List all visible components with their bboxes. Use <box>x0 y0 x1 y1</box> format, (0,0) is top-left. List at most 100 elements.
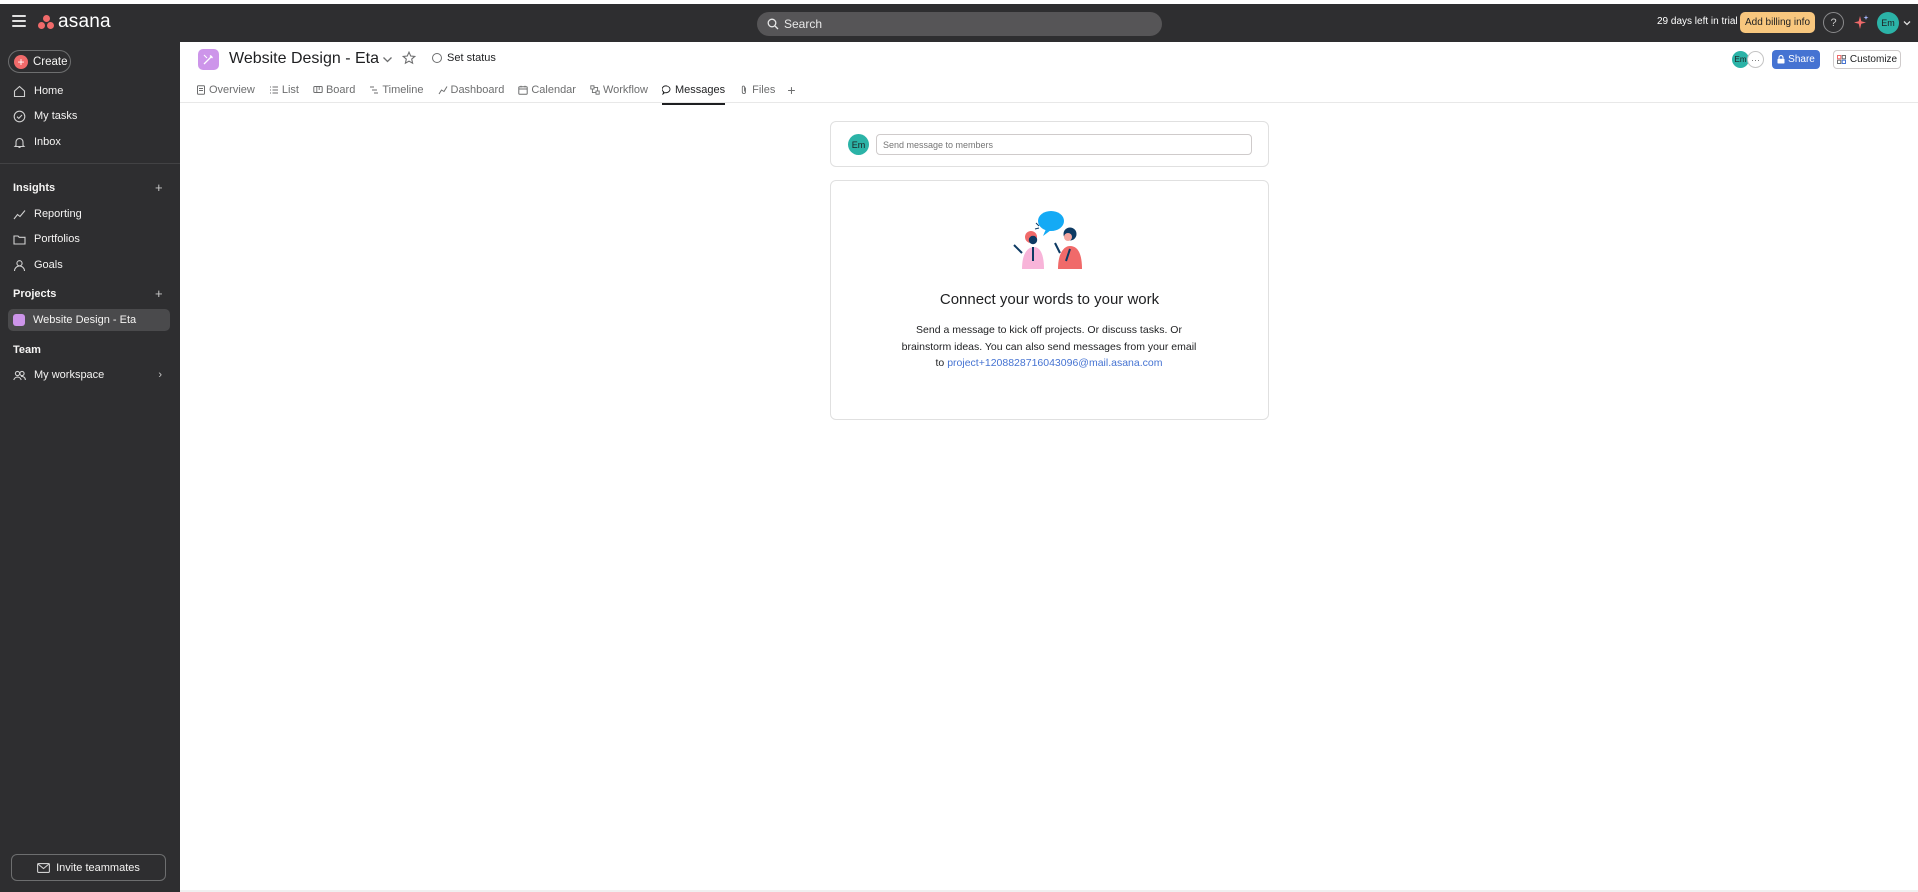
person-icon <box>13 259 26 271</box>
conversation-illustration <box>1013 211 1082 269</box>
project-icon[interactable] <box>198 49 219 70</box>
envelope-icon <box>37 862 51 873</box>
tab-label: List <box>281 84 299 96</box>
logo-text: asana <box>58 11 111 32</box>
pencil-ruler-icon <box>203 54 213 65</box>
tab-label: Overview <box>209 84 255 96</box>
add-tab-icon[interactable]: + <box>787 82 795 98</box>
sidebar-item-home[interactable]: Home <box>8 80 170 102</box>
tab-overview[interactable]: Overview <box>196 78 255 102</box>
project-tabs: Overview List Board Timeline Dashboard C… <box>196 78 796 105</box>
sidebar-item-label: My tasks <box>34 110 78 122</box>
insights-heading[interactable]: Insights <box>13 182 55 194</box>
document-icon <box>197 85 205 95</box>
sidebar-item-label: Home <box>34 85 64 97</box>
invite-teammates-button[interactable]: Invite teammates <box>11 854 166 881</box>
sidebar-item-my-workspace[interactable]: My workspace › <box>8 364 170 386</box>
search-placeholder: Search <box>784 17 823 31</box>
messages-empty-state: Connect your words to your work Send a m… <box>830 180 1269 420</box>
customize-label: Customize <box>1849 54 1898 65</box>
header-divider <box>180 102 1918 103</box>
list-icon <box>269 86 278 94</box>
share-label: Share <box>1788 54 1815 65</box>
sidebar-item-label: Portfolios <box>34 233 80 245</box>
calendar-icon <box>518 85 529 95</box>
plus-icon: + <box>14 54 28 69</box>
tab-board[interactable]: Board <box>313 78 355 102</box>
sidebar-item-label: Goals <box>34 259 63 271</box>
tab-list[interactable]: List <box>269 78 299 102</box>
bell-icon <box>13 137 26 148</box>
chat-bubble-icon <box>662 85 671 95</box>
chevron-down-icon[interactable] <box>382 55 393 64</box>
set-status-button[interactable]: Set status <box>432 52 496 64</box>
user-avatar[interactable]: Em <box>1877 12 1899 34</box>
chevron-down-icon[interactable] <box>1902 18 1912 28</box>
sidebar-item-label: My workspace <box>34 369 105 381</box>
hamburger-menu-icon[interactable] <box>12 15 26 27</box>
tab-calendar[interactable]: Calendar <box>518 78 576 102</box>
members-more-button[interactable]: ··· <box>1747 51 1764 68</box>
sidebar-item-inbox[interactable]: Inbox <box>8 131 170 153</box>
folder-icon <box>13 234 26 245</box>
customize-button[interactable]: Customize <box>1833 50 1901 69</box>
timeline-icon <box>370 86 379 94</box>
sidebar-item-label: Reporting <box>34 208 82 220</box>
project-title[interactable]: Website Design - Eta <box>229 50 379 68</box>
tab-label: Board <box>325 84 356 96</box>
projects-heading[interactable]: Projects <box>13 288 56 300</box>
share-button[interactable]: Share <box>1772 50 1820 69</box>
sidebar-item-reporting[interactable]: Reporting <box>8 203 170 225</box>
check-circle-icon <box>13 110 26 122</box>
tab-timeline[interactable]: Timeline <box>369 78 424 102</box>
status-circle-icon <box>432 53 442 63</box>
create-button[interactable]: + Create <box>8 50 71 73</box>
star-icon[interactable] <box>402 51 416 65</box>
tab-files[interactable]: Files <box>739 78 775 102</box>
ai-sparkle-icon[interactable] <box>1851 13 1871 33</box>
sidebar-item-label: Inbox <box>34 136 61 148</box>
project-color-swatch <box>13 314 25 326</box>
sidebar-item-website-design-eta[interactable]: Website Design - Eta <box>8 309 170 331</box>
sidebar: + Create Home My tasks Inbox Insights + … <box>0 42 180 892</box>
tab-label: Workflow <box>602 84 648 96</box>
tab-label: Dashboard <box>450 84 505 96</box>
home-icon <box>13 85 26 97</box>
dashboard-icon <box>438 86 447 95</box>
tab-messages[interactable]: Messages <box>662 78 726 105</box>
set-status-label: Set status <box>447 52 496 64</box>
sidebar-divider <box>0 163 180 164</box>
add-billing-info-button[interactable]: Add billing info <box>1740 12 1815 33</box>
asana-logo[interactable]: asana <box>38 11 111 33</box>
tab-label: Files <box>752 84 776 96</box>
create-label: Create <box>33 55 68 68</box>
customize-grid-icon <box>1836 55 1846 64</box>
sidebar-item-portfolios[interactable]: Portfolios <box>8 228 170 250</box>
tab-label: Messages <box>675 84 726 96</box>
composer-avatar: Em <box>848 134 869 155</box>
tab-dashboard[interactable]: Dashboard <box>438 78 505 102</box>
empty-state-body: Send a message to kick off projects. Or … <box>899 322 1199 372</box>
sidebar-item-goals[interactable]: Goals <box>8 254 170 276</box>
chevron-right-icon[interactable]: › <box>158 369 162 381</box>
team-heading[interactable]: Team <box>13 344 41 356</box>
chart-line-icon <box>13 209 26 219</box>
people-icon <box>13 370 26 380</box>
sidebar-item-my-tasks[interactable]: My tasks <box>8 105 170 127</box>
board-icon <box>313 86 323 93</box>
add-insight-icon[interactable]: + <box>155 180 163 195</box>
help-button[interactable]: ? <box>1823 12 1844 33</box>
add-project-icon[interactable]: + <box>155 286 163 301</box>
project-email-link[interactable]: project+1208828716043096@mail.asana.com <box>947 357 1162 369</box>
invite-label: Invite teammates <box>56 861 140 874</box>
message-input[interactable] <box>876 134 1252 155</box>
trial-remaining-text: 29 days left in trial <box>1657 16 1738 27</box>
message-composer: Em <box>830 121 1269 167</box>
empty-state-title: Connect your words to your work <box>939 291 1160 308</box>
search-icon <box>767 18 779 30</box>
sidebar-item-label: Website Design - Eta <box>33 314 137 326</box>
search-bar[interactable]: Search <box>757 12 1162 36</box>
tab-workflow[interactable]: Workflow <box>590 78 648 102</box>
tab-label: Timeline <box>382 84 424 96</box>
paperclip-icon <box>741 85 747 94</box>
